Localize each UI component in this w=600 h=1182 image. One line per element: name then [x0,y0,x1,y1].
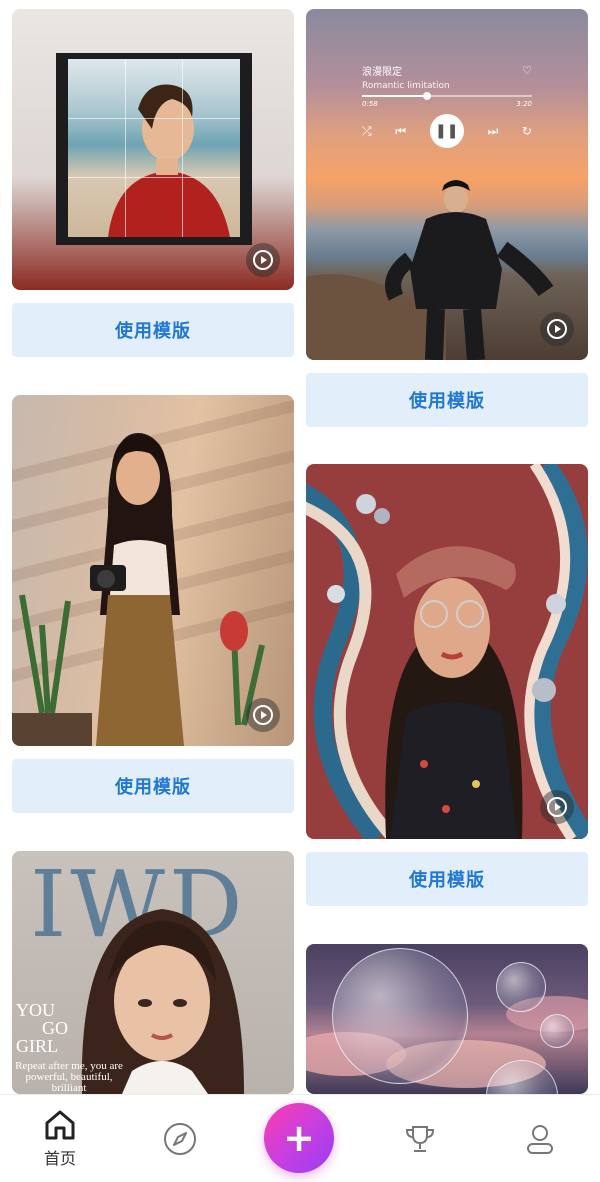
use-template-button[interactable]: 使用模版 [306,373,588,427]
template-image-sunset-music[interactable]: 浪漫限定 ♡ Romantic limitation 0:58 3:20 ⤮ ⏮… [306,9,588,360]
magazine-quote: Repeat after me, you are powerful, beaut… [15,1060,123,1094]
film-frame [56,53,252,245]
use-template-button[interactable]: 使用模版 [12,759,294,813]
replay-icon[interactable] [246,243,280,277]
replay-icon[interactable] [540,790,574,824]
beach-portrait [68,59,240,237]
headline-line: GO [42,1018,68,1038]
grid-line [182,59,183,237]
home-icon [45,1110,75,1140]
template-image-sunlit-camera[interactable] [12,395,294,746]
grid-line [68,118,240,119]
magazine-portrait-illustration [81,909,245,1094]
headline-line: YOU [16,1000,55,1020]
grid-line [125,59,126,237]
nav-profile[interactable] [500,1095,580,1182]
plus-icon: + [283,1116,315,1160]
use-template-button[interactable]: 使用模版 [12,303,294,357]
glasses-portrait-illustration [306,464,588,839]
template-image-bubbles[interactable] [306,944,588,1094]
headline-line: GIRL [16,1036,58,1056]
template-image-film-frame[interactable] [12,9,294,290]
user-icon [527,1125,553,1154]
template-image-glasses-portrait[interactable] [306,464,588,839]
trophy-icon [405,1126,435,1152]
sunset-figure-illustration [306,180,554,360]
nav-home-label: 首页 [43,1149,76,1168]
magazine-headline: YOU GO GIRL [16,1001,68,1055]
grid-line [68,177,240,178]
nav-discover[interactable] [140,1095,220,1182]
create-button[interactable]: + [264,1103,334,1173]
bubble [540,1014,574,1048]
beach-portrait-illustration [108,84,230,237]
film-strip-left [56,53,68,245]
bubble [496,962,546,1012]
replay-icon[interactable] [246,698,280,732]
bubble [332,948,468,1084]
nav-home[interactable]: 首页 [20,1095,100,1182]
compass-icon [164,1123,196,1155]
template-image-magazine-cover[interactable]: IWD YOU GO GIRL Repeat after me, you are… [12,851,294,1094]
nav-ranking[interactable] [380,1095,460,1182]
use-template-button[interactable]: 使用模版 [306,852,588,906]
replay-icon[interactable] [540,312,574,346]
woman-with-camera-illustration [12,433,265,746]
